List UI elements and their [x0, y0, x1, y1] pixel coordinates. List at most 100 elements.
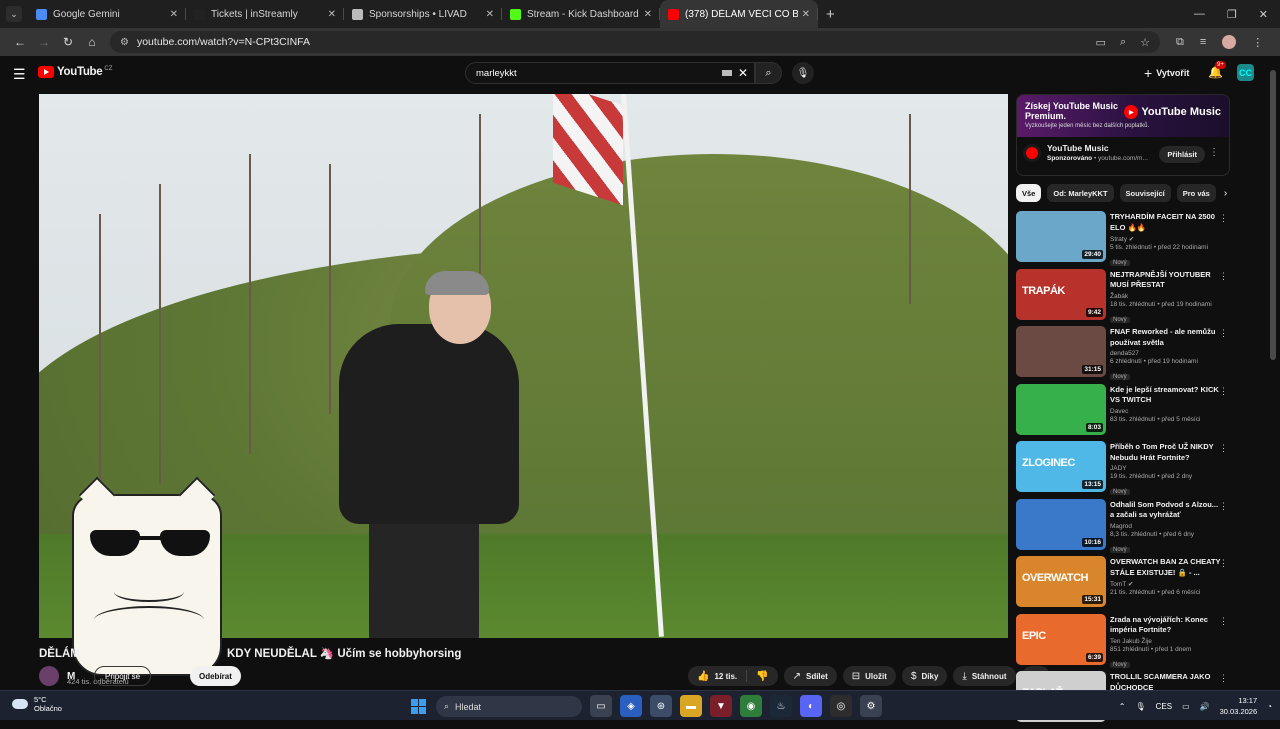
recommendation-item[interactable]: 31:15 FNAF Reworked - ale nemůžu používat… — [1016, 326, 1232, 384]
taskbar-clock[interactable]: 13:17 30.03.2026 — [1220, 695, 1258, 717]
recommendation-item[interactable]: ZLOGINEC 13:15 Příběh o Tom Proč UŽ NIKDY … — [1016, 441, 1232, 499]
forward-icon[interactable]: → — [32, 35, 56, 49]
voice-search-button[interactable]: 🎙 — [792, 62, 814, 84]
recommendation-item[interactable]: 10:16 Odhalil Som Podvod s Alzou... a zač… — [1016, 498, 1232, 557]
filter-chip[interactable]: Vše — [1016, 184, 1042, 202]
new-tab-button[interactable]: + — [826, 6, 835, 23]
recommendation-more-icon[interactable]: ⋮ — [1219, 328, 1228, 339]
browser-tab[interactable]: Sponsorships • LIVAD ✕ — [344, 0, 502, 28]
recommendation-channel[interactable]: Žabák — [1110, 293, 1222, 300]
browser-tab[interactable]: Tickets | inStreamly ✕ — [186, 0, 344, 28]
join-button[interactable]: Připojit se — [94, 666, 152, 686]
recommendation-more-icon[interactable]: ⋮ — [1219, 386, 1228, 397]
tab-close-icon[interactable]: ✕ — [644, 9, 652, 20]
chip-next-icon[interactable]: › — [1224, 188, 1227, 199]
recommendation-more-icon[interactable]: ⋮ — [1219, 213, 1228, 224]
reading-list-icon[interactable]: ≡ — [1200, 36, 1206, 48]
download-button[interactable]: ⤓ Stáhnout — [953, 666, 1016, 686]
video-thumbnail[interactable]: 10:16 — [1016, 498, 1106, 550]
dislike-button[interactable]: 👎 — [747, 666, 777, 686]
ad-login-button[interactable]: Přihlásit — [1159, 146, 1205, 163]
task-view-icon[interactable]: ▭ — [590, 695, 612, 717]
hamburger-menu-icon[interactable]: ☰ — [13, 66, 26, 83]
tab-close-icon[interactable]: ✕ — [328, 9, 336, 20]
language-indicator[interactable]: CES — [1156, 702, 1172, 711]
video-thumbnail[interactable]: TRAPÁK 9:42 — [1016, 268, 1106, 320]
video-thumbnail[interactable]: ZLOGINEC 13:15 — [1016, 441, 1106, 492]
url-field[interactable]: ⚙ youtube.com/watch?v=N-CPt3CINFA ▭ ⌕ ☆ — [110, 31, 1160, 53]
cast-icon[interactable]: ▭ — [1096, 36, 1106, 49]
taskbar-search[interactable]: ⌕ Hledat — [436, 696, 582, 717]
search-input[interactable]: marleykkt ✕ — [465, 62, 755, 84]
tab-list-button[interactable]: ⌄ — [6, 6, 22, 22]
like-button[interactable]: 👍 12 tis. — [688, 666, 746, 686]
recommendation-title[interactable]: OVERWATCH BAN ZA CHEATY STÁLE EXISTUJE! … — [1110, 557, 1222, 578]
back-icon[interactable]: ← — [8, 35, 32, 49]
page-scrollbar[interactable] — [1270, 70, 1276, 360]
recommendation-more-icon[interactable]: ⋮ — [1219, 558, 1228, 569]
keyboard-icon[interactable] — [721, 70, 732, 76]
recommendation-title[interactable]: Kde je lepší streamovat? KICK VS TWITCH — [1110, 385, 1222, 406]
recommendation-more-icon[interactable]: ⋮ — [1219, 673, 1228, 684]
account-avatar[interactable]: CC — [1237, 64, 1254, 81]
video-thumbnail[interactable]: 31:15 — [1016, 326, 1106, 377]
tab-close-icon[interactable]: ✕ — [170, 9, 178, 20]
chrome-icon[interactable]: ◉ — [740, 695, 762, 717]
clear-search-icon[interactable]: ✕ — [738, 66, 748, 80]
channel-avatar[interactable] — [39, 666, 59, 686]
recommendation-title[interactable]: Příběh o Tom Proč UŽ NIKDY Nebudu Hrát F… — [1110, 442, 1222, 463]
settings-icon[interactable]: ⚙ — [860, 695, 882, 717]
recommendation-item[interactable]: 29:40 TRYHARDÍM FACEIT NA 2500 ELO 🔥🔥 Stra… — [1016, 211, 1232, 269]
notification-center-icon[interactable]: ◔ — [1267, 702, 1272, 711]
extensions-icon[interactable]: ⧉ — [1176, 36, 1184, 49]
video-thumbnail[interactable]: 8:03 — [1016, 383, 1106, 435]
game-app-icon[interactable]: ▼ — [710, 695, 732, 717]
tray-overflow-icon[interactable]: ⌃ — [1119, 702, 1126, 711]
save-button[interactable]: ⊟ Uložit — [842, 666, 896, 686]
teams-icon[interactable]: ◈ — [620, 695, 642, 717]
recommendation-title[interactable]: FNAF Reworked - ale nemůžu používat svět… — [1110, 327, 1222, 348]
recommendation-channel[interactable]: denda527 — [1110, 350, 1222, 357]
file-explorer-icon[interactable]: ▬ — [680, 695, 702, 717]
recommendation-title[interactable]: Zrada na vývojářích: Konec impéria Fortn… — [1110, 615, 1222, 636]
video-thumbnail[interactable]: OVERWATCH 15:31 — [1016, 556, 1106, 607]
steam-icon[interactable]: ♨ — [770, 695, 792, 717]
recommendation-channel[interactable]: JADY — [1110, 465, 1222, 472]
browser-tab[interactable]: Stream - Kick Dashboard ✕ — [502, 0, 660, 28]
filter-chip[interactable]: Související — [1119, 184, 1171, 202]
ad-banner[interactable]: Získej YouTube Music Premium. Vyzkoušejt… — [1017, 95, 1229, 137]
recommendation-title[interactable]: NEJTRAPNĚJŠÍ YOUTUBER MUSÍ PŘESTAT — [1110, 270, 1222, 291]
volume-icon[interactable]: 🔊 — [1200, 702, 1210, 711]
obs-icon[interactable]: ◎ — [830, 695, 852, 717]
recommendation-item[interactable]: OVERWATCH 15:31 OVERWATCH BAN ZA CHEATY ST… — [1016, 556, 1232, 614]
reload-icon[interactable]: ↻ — [56, 35, 80, 49]
notifications-button[interactable]: 🔔 9+ — [1208, 61, 1226, 79]
recommendation-more-icon[interactable]: ⋮ — [1219, 271, 1228, 282]
sponsored-ad-card[interactable]: Získej YouTube Music Premium. Vyzkoušejt… — [1016, 94, 1230, 176]
tab-close-icon[interactable]: ✕ — [486, 9, 494, 20]
recommendation-more-icon[interactable]: ⋮ — [1219, 616, 1228, 627]
video-thumbnail[interactable]: EPIC 6:39 — [1016, 613, 1106, 665]
weather-widget[interactable]: 5°C Oblačno — [12, 695, 62, 713]
browser-menu-icon[interactable]: ⋮ — [1252, 36, 1263, 49]
window-close-icon[interactable]: ✕ — [1259, 8, 1268, 21]
filter-chip[interactable]: Od: MarleyKKT — [1047, 184, 1114, 202]
browser-profile-avatar[interactable] — [1222, 35, 1237, 49]
filter-chip[interactable]: Pro vás — [1176, 184, 1216, 202]
recommendation-channel[interactable]: Magrod — [1110, 523, 1222, 530]
windows-start-icon[interactable] — [411, 699, 426, 714]
network-icon[interactable]: ▭ — [1182, 702, 1190, 711]
search-button[interactable]: ⌕ — [755, 62, 782, 84]
recommendation-title[interactable]: TRYHARDÍM FACEIT NA 2500 ELO 🔥🔥 — [1110, 212, 1222, 233]
ad-more-icon[interactable]: ⋮ — [1209, 147, 1219, 158]
recommendation-item[interactable]: TRAPÁK 9:42 NEJTRAPNĚJŠÍ YOUTUBER MUSÍ PŘE… — [1016, 268, 1232, 327]
restore-icon[interactable]: ❐ — [1227, 8, 1237, 21]
recommendation-item[interactable]: EPIC 6:39 Zrada na vývojářích: Konec impér… — [1016, 613, 1232, 672]
home-icon[interactable]: ⌂ — [80, 35, 104, 49]
minimize-icon[interactable]: — — [1194, 8, 1205, 21]
tab-close-icon[interactable]: ✕ — [802, 9, 810, 20]
bookmark-star-icon[interactable]: ☆ — [1140, 36, 1150, 49]
recommendation-channel[interactable]: TomT ✔ — [1110, 580, 1222, 588]
create-button[interactable]: + Vytvořit — [1144, 64, 1189, 82]
recommendation-channel[interactable]: Ten Jakub Žije — [1110, 638, 1222, 645]
